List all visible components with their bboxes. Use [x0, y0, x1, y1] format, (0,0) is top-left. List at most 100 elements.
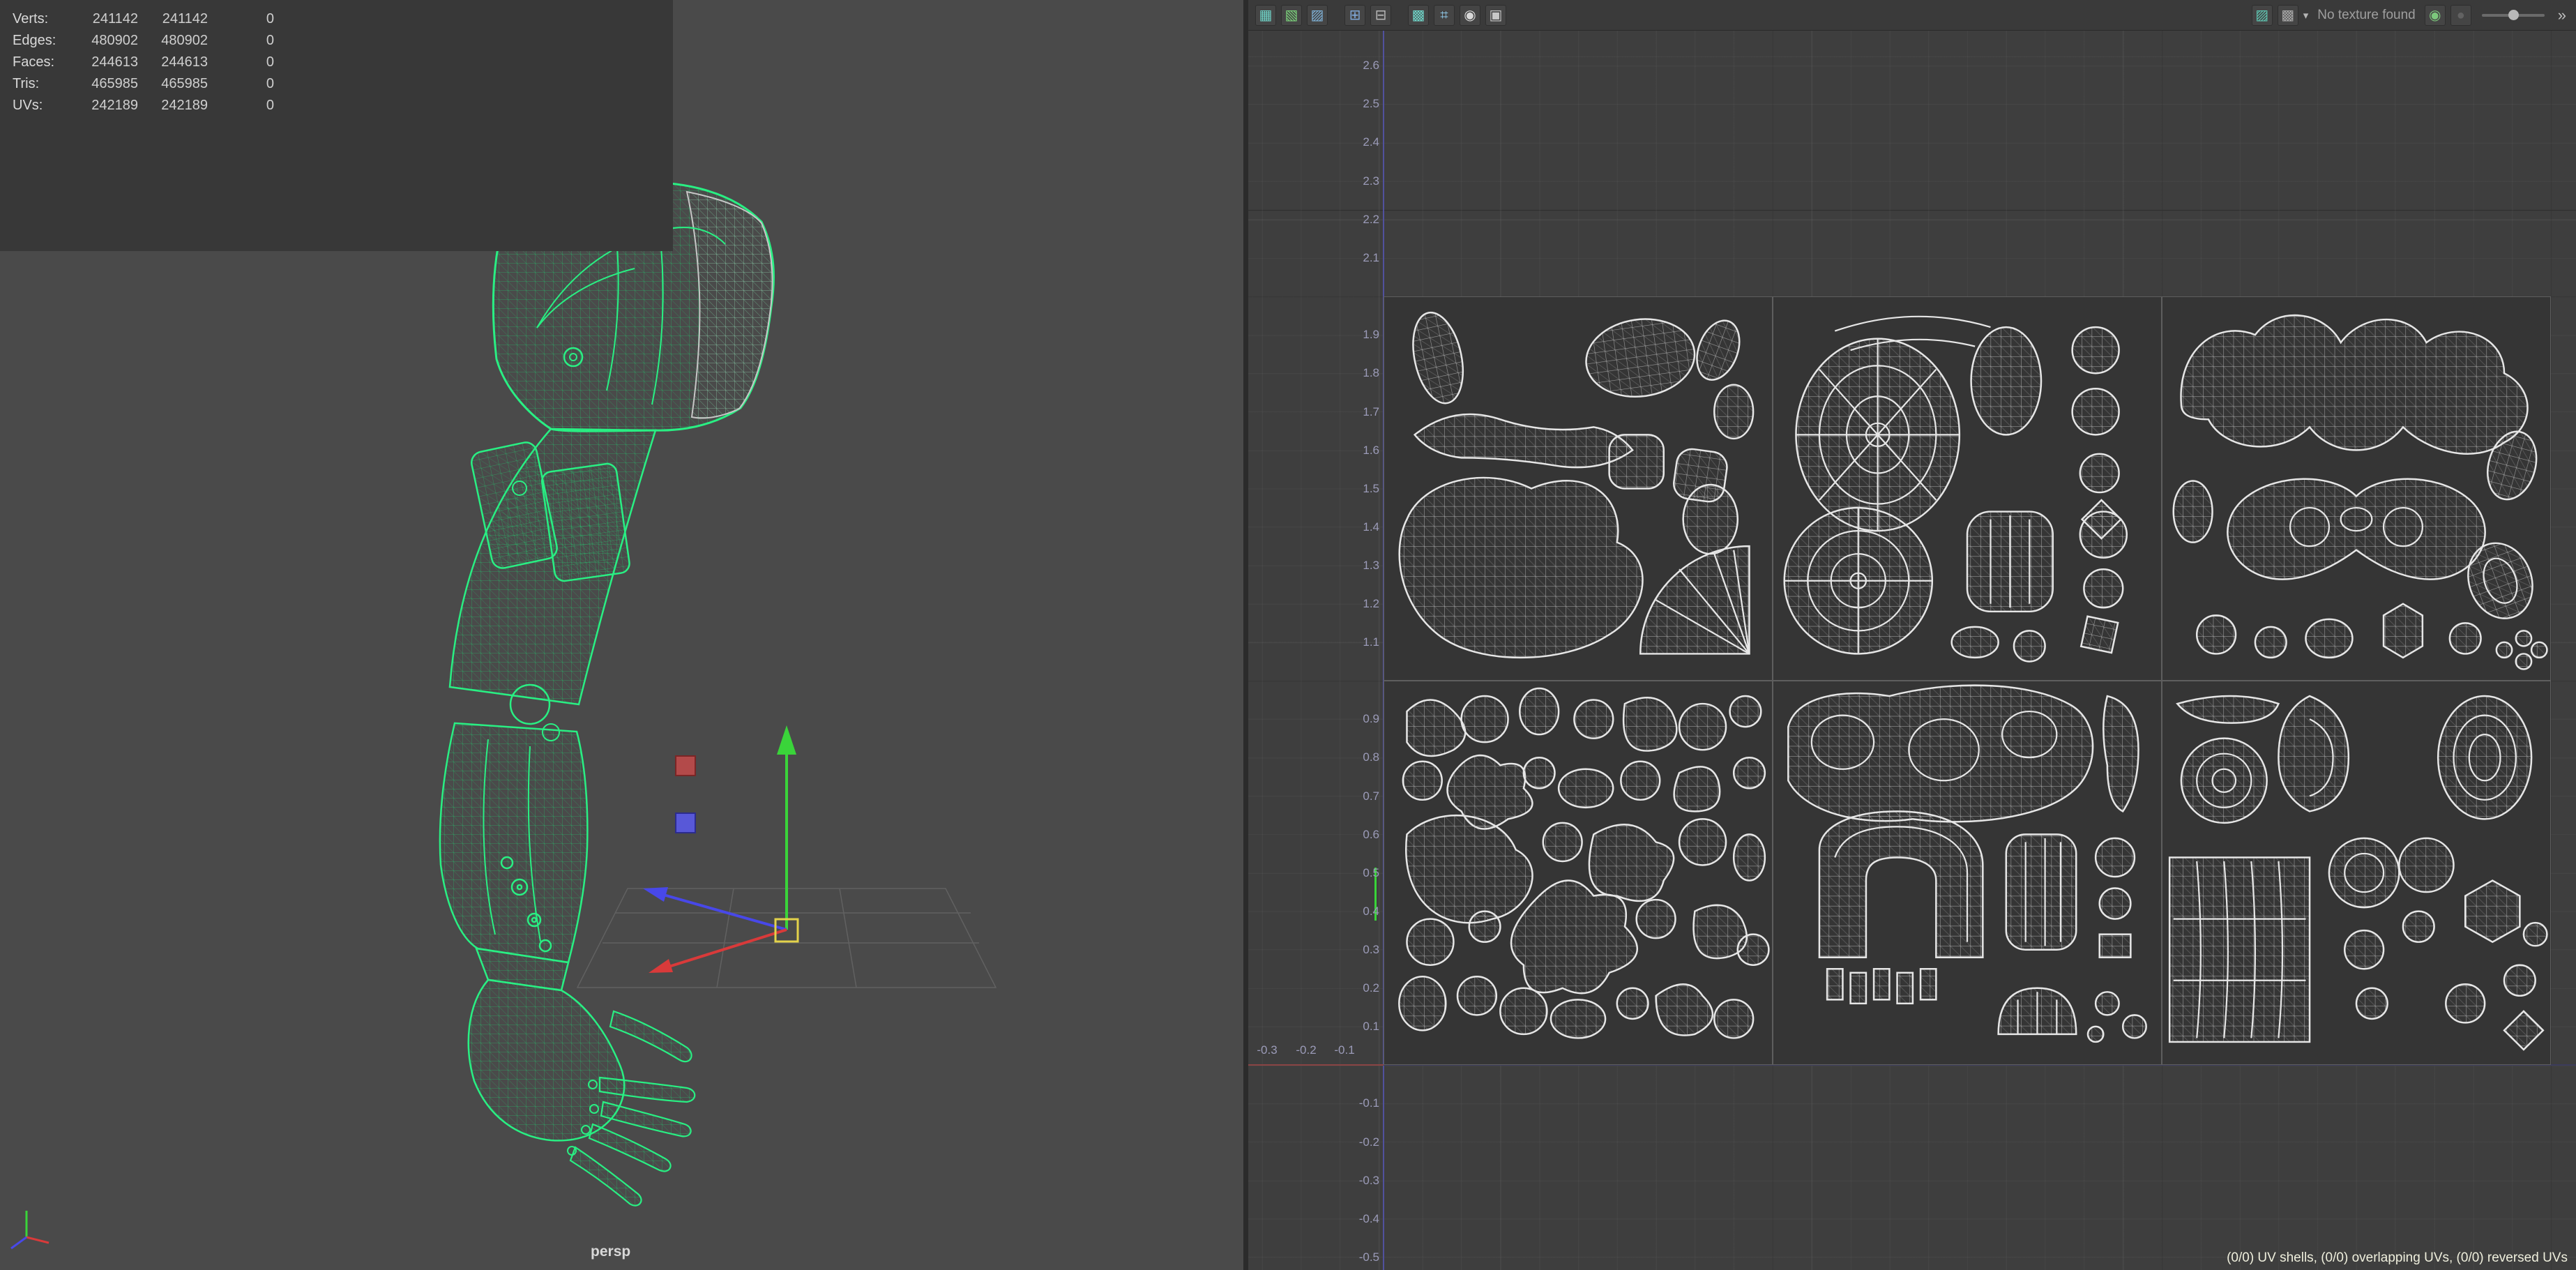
texture-borders-icon[interactable]: ▨ [1307, 5, 1328, 26]
v-axis-label: 1.3 [1346, 559, 1379, 573]
gizmo-y-arrowhead[interactable] [777, 725, 796, 755]
uv-canvas[interactable]: .sh{fill:url(#mw);stroke:#e6e6e6;stroke-… [1248, 31, 2576, 1270]
uv-lattice-icon[interactable]: ▦ [1255, 5, 1276, 26]
camera-name-label: persp [591, 1243, 630, 1260]
hud-total: 244613 [79, 54, 138, 70]
v-axis-label: 0.6 [1346, 828, 1379, 842]
uv-toolbar: ▦ ▧ ▨ ⊞ ⊟ ▩ ⌗ ◉ ▣ ▨ ▩ ▾ No texture found… [1248, 0, 2576, 31]
texture-dim-slider[interactable] [2482, 14, 2545, 17]
hud-label: Tris: [13, 76, 79, 92]
v-axis-label: 0.4 [1346, 905, 1379, 919]
hud-selected: 244613 [138, 54, 208, 70]
gizmo-plane-handle-x[interactable] [676, 756, 695, 776]
v-axis-label: 1.8 [1346, 366, 1379, 380]
v-axis-label: 0.2 [1346, 981, 1379, 995]
uv-shells-layer: .sh{fill:url(#mw);stroke:#e6e6e6;stroke-… [1384, 296, 2551, 1065]
v-axis-label: -0.5 [1346, 1250, 1379, 1264]
uv-shell-group-1013 [2174, 315, 2547, 669]
uv-u-axis-line-negative [1248, 1064, 1384, 1066]
v-axis-label: 1.2 [1346, 597, 1379, 611]
u-axis-label: -0.2 [1296, 1043, 1316, 1057]
hud-row-verts: Verts: 241142 241142 0 [13, 8, 673, 30]
v-axis-label: 0.9 [1346, 712, 1379, 726]
hud-label: UVs: [13, 98, 79, 114]
uv-shell-group-1001 [1399, 688, 1768, 1038]
texture-dropdown-caret-icon[interactable]: ▾ [2303, 9, 2309, 22]
hud-selected: 242189 [138, 98, 208, 114]
v-axis-label: 2.3 [1346, 174, 1379, 188]
v-axis-label: 2.5 [1346, 97, 1379, 111]
v-axis-label: 2.1 [1346, 251, 1379, 265]
hud-total: 241142 [79, 11, 138, 27]
hud-selected: 465985 [138, 76, 208, 92]
shaded-uv-icon[interactable]: ◉ [1460, 5, 1480, 26]
uv-toolbar-right-group: ▨ ▩ ▾ No texture found ◉ ● » [2252, 5, 2569, 26]
u-axis-label: -0.3 [1257, 1043, 1277, 1057]
hud-label: Edges: [13, 33, 79, 49]
shoulder-grey-panel [687, 192, 773, 418]
v-axis-label: 0.5 [1346, 866, 1379, 880]
v-axis-label: 2.6 [1346, 59, 1379, 73]
v-axis-label: 0.3 [1346, 943, 1379, 957]
checker-display-icon[interactable]: ▩ [2278, 5, 2298, 26]
gizmo-x-axis[interactable] [667, 930, 787, 967]
texture-dim-slider-handle[interactable] [2508, 10, 2519, 20]
hud-total: 465985 [79, 76, 138, 92]
uv-shell-group-1003 [2169, 696, 2547, 1050]
texture-image-icon[interactable]: ▨ [2252, 5, 2273, 26]
uv-shell-group-1012 [1785, 317, 2127, 662]
hud-other: 0 [208, 76, 274, 92]
v-axis-label: 1.5 [1346, 482, 1379, 496]
maya-window: Verts: 241142 241142 0 Edges: 480902 480… [0, 0, 2576, 1270]
v-axis-label: -0.4 [1346, 1212, 1379, 1226]
uv-distortion-icon[interactable]: ▧ [1281, 5, 1302, 26]
hud-label: Verts: [13, 11, 79, 27]
hud-total: 480902 [79, 33, 138, 49]
gizmo-x-arrowhead[interactable] [649, 959, 673, 973]
hud-selected: 480902 [138, 33, 208, 49]
shell-selection-icon[interactable]: ▩ [1408, 5, 1429, 26]
v-axis-label: 1.4 [1346, 520, 1379, 534]
uv-toolbar-left-group: ▦ ▧ ▨ ⊞ ⊟ ▩ ⌗ ◉ ▣ [1255, 5, 1506, 26]
checker-map-icon[interactable]: ▣ [1485, 5, 1506, 26]
move-manipulator[interactable] [643, 725, 798, 973]
perspective-viewport[interactable]: Verts: 241142 241142 0 Edges: 480902 480… [0, 0, 1246, 1270]
gizmo-z-arrowhead[interactable] [643, 887, 668, 902]
hud-row-uvs: UVs: 242189 242189 0 [13, 95, 673, 116]
gizmo-z-axis[interactable] [661, 894, 787, 930]
uv-editor-panel: ▦ ▧ ▨ ⊞ ⊟ ▩ ⌗ ◉ ▣ ▨ ▩ ▾ No texture found… [1248, 0, 2576, 1270]
material-sphere-icon[interactable]: ● [2450, 5, 2471, 26]
toolbar-overflow-icon[interactable]: » [2555, 6, 2569, 24]
v-axis-label: 1.6 [1346, 444, 1379, 458]
panel-divider[interactable] [1243, 0, 1248, 1270]
grid-snap-icon[interactable]: ⊞ [1344, 5, 1365, 26]
robot-arm-wireframe[interactable] [440, 182, 774, 1205]
hud-row-faces: Faces: 244613 244613 0 [13, 52, 673, 73]
hud-other: 0 [208, 98, 274, 114]
v-axis-label: 2.4 [1346, 135, 1379, 149]
pixel-snap-icon[interactable]: ⊟ [1370, 5, 1391, 26]
hud-selected: 241142 [138, 11, 208, 27]
upper-arm-plate [540, 462, 630, 582]
hud-row-edges: Edges: 480902 480902 0 [13, 30, 673, 52]
v-axis-label: 2.2 [1346, 213, 1379, 227]
uv-shell-status: (0/0) UV shells, (0/0) overlapping UVs, … [2227, 1250, 2568, 1266]
v-axis-label: -0.2 [1346, 1135, 1379, 1149]
gizmo-plane-handle-z[interactable] [676, 813, 695, 833]
hud-row-tris: Tris: 465985 465985 0 [13, 73, 673, 95]
v-axis-label: 1.7 [1346, 405, 1379, 419]
v-axis-label: 1.9 [1346, 328, 1379, 342]
v-axis-label: 0.1 [1346, 1020, 1379, 1034]
hud-total: 242189 [79, 98, 138, 114]
u-axis-label: -0.1 [1334, 1043, 1354, 1057]
forearm [440, 723, 587, 962]
magnet-snap-icon[interactable]: ⌗ [1434, 5, 1455, 26]
hud-other: 0 [208, 54, 274, 70]
uv-shell-group-1011 [1400, 308, 1753, 658]
hud-other: 0 [208, 33, 274, 49]
v-axis-label: 1.1 [1346, 635, 1379, 649]
uv-shell-group-1002 [1788, 686, 2146, 1042]
texture-status-label[interactable]: No texture found [2317, 8, 2415, 23]
view-axis-indicator [11, 1211, 49, 1248]
paint-texture-icon[interactable]: ◉ [2425, 5, 2446, 26]
